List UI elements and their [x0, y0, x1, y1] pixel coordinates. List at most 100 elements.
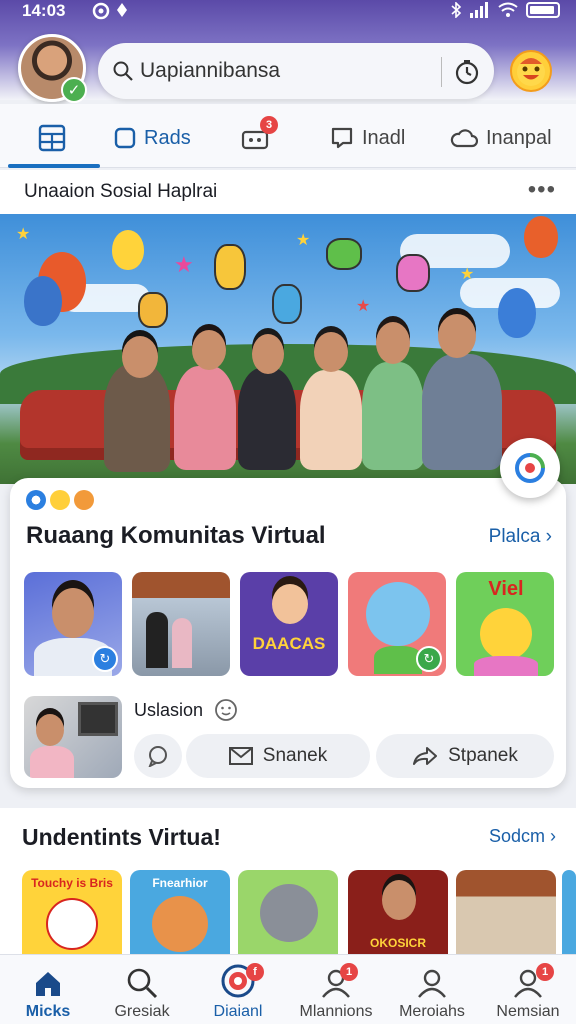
- refresh-icon: [515, 453, 545, 483]
- event-thumb[interactable]: Fnearhior: [130, 870, 230, 958]
- nav-friends-label: Mlannions: [299, 1003, 373, 1020]
- community-card: Ruaang Komunitas Virtual Plalca › ↻ DAAC…: [10, 478, 566, 788]
- thumb-face: [272, 584, 308, 624]
- home-icon: [36, 972, 60, 996]
- star-shape: ★: [16, 226, 31, 243]
- community-thumb[interactable]: [132, 572, 230, 676]
- tab-rads-label: Rads: [144, 126, 191, 149]
- event-thumb[interactable]: [456, 870, 556, 958]
- tab-inanpal[interactable]: Inanpal: [450, 118, 552, 158]
- comment-button[interactable]: [134, 734, 182, 778]
- chevron-right-icon: ›: [545, 526, 552, 547]
- nav-home-label: Micks: [25, 1003, 71, 1020]
- event-thumb[interactable]: [562, 870, 576, 958]
- event-thumb[interactable]: [238, 870, 338, 958]
- forward-arrow-icon: [413, 747, 438, 765]
- more-options-icon[interactable]: •••: [528, 176, 556, 204]
- balloon: [524, 216, 558, 258]
- thumb-text: Fnearhior: [152, 876, 208, 890]
- forward-button[interactable]: Stpanek: [376, 734, 554, 778]
- star-shape: ★: [460, 266, 475, 283]
- nav-friends-badge: 1: [340, 963, 358, 981]
- tab-rads[interactable]: Rads: [114, 118, 191, 158]
- nav-profile[interactable]: 1 Nemsian: [480, 963, 576, 1023]
- search-bar[interactable]: [98, 43, 494, 99]
- reaction-icon: [74, 490, 94, 510]
- nav-target[interactable]: f Diaianl: [190, 963, 286, 1023]
- location-status-icon: [116, 2, 128, 23]
- thumb-body: [474, 656, 538, 676]
- mascot-sticker: [396, 254, 430, 292]
- tab-inanpal-label: Inanpal: [486, 126, 552, 149]
- nav-home[interactable]: Micks: [0, 963, 96, 1023]
- person-head: [376, 322, 410, 364]
- settings-status-icon: [92, 2, 110, 25]
- mascot-sticker: [326, 238, 362, 270]
- nav-search-label: Gresiak: [114, 1003, 170, 1020]
- card-link-label: Plalca: [488, 526, 541, 547]
- verified-check-icon: ✓: [61, 77, 87, 103]
- emoji-face-icon[interactable]: [510, 50, 552, 92]
- refresh-fab[interactable]: [500, 438, 560, 498]
- balloon: [24, 276, 62, 326]
- person-icon: [418, 969, 446, 998]
- user-thumb[interactable]: [24, 696, 122, 778]
- community-thumb[interactable]: Viel: [456, 572, 554, 676]
- nav-messages[interactable]: Meroiahs: [384, 963, 480, 1023]
- thumb-text: Viel: [488, 578, 524, 600]
- section2-link[interactable]: Sodcm ›: [489, 826, 556, 847]
- community-thumb[interactable]: DAACAS: [240, 572, 338, 676]
- nav-messages-label: Meroiahs: [399, 1003, 465, 1020]
- section2-title: Undentints Virtua!: [22, 824, 221, 850]
- square-icon: [114, 127, 136, 149]
- community-thumb[interactable]: ↻: [24, 572, 122, 676]
- bluetooth-icon: [451, 2, 462, 18]
- share-button[interactable]: Snanek: [186, 734, 370, 778]
- thumb-mascot: [480, 608, 532, 660]
- thumb-face: [36, 714, 64, 746]
- section-header: Unaaion Sosial Haplrai •••: [0, 170, 576, 214]
- thumb-body: [30, 746, 74, 778]
- reaction-icon: [50, 490, 70, 510]
- profile-avatar[interactable]: ✓: [18, 34, 87, 103]
- grid-icon: [38, 124, 66, 152]
- nav-profile-label: Nemsian: [496, 1003, 560, 1020]
- section-title: Unaaion Sosial Haplrai: [24, 181, 218, 202]
- thumb-person: [146, 612, 168, 668]
- reaction-icons: [26, 490, 94, 510]
- card-link[interactable]: Plalca ›: [489, 526, 552, 548]
- tab-games[interactable]: 3: [240, 116, 278, 158]
- search-icon: [127, 968, 158, 999]
- event-thumb[interactable]: Touchy is Bris: [22, 870, 122, 958]
- nav-profile-badge: 1: [536, 963, 554, 981]
- balloon: [498, 288, 536, 338]
- nav-search[interactable]: Gresiak: [94, 963, 190, 1023]
- search-input[interactable]: [140, 55, 440, 87]
- thumb-body: [374, 646, 422, 674]
- bottom-nav: Micks Gresiak f Diaianl 1 Mlannions Mero…: [0, 954, 576, 1024]
- thumb-text: Touchy is Bris: [31, 876, 113, 890]
- tab-inadl[interactable]: Inadl: [330, 118, 405, 158]
- mascot-sticker: [272, 284, 302, 324]
- hero-image[interactable]: ★ ★ ★ ★ ★: [0, 214, 576, 484]
- timer-icon[interactable]: [454, 59, 480, 90]
- thumb-mascot: [46, 898, 98, 950]
- chat-icon: [331, 127, 353, 149]
- thumb-text: DAACAS: [252, 634, 326, 653]
- person-head: [122, 336, 158, 378]
- thumb-face: [382, 880, 416, 920]
- community-thumb[interactable]: ↻: [348, 572, 446, 676]
- event-thumb[interactable]: OKOSICR: [348, 870, 448, 958]
- tab-inadl-label: Inadl: [362, 126, 406, 149]
- tab-feed[interactable]: [38, 118, 74, 158]
- balloon: [112, 230, 144, 270]
- status-time: 14:03: [22, 1, 66, 20]
- nav-friends[interactable]: 1 Mlannions: [288, 963, 384, 1023]
- smile-icon[interactable]: [214, 698, 238, 727]
- signal-icon: [470, 2, 488, 18]
- star-shape: ★: [296, 232, 311, 249]
- refresh-badge-icon: ↻: [416, 646, 442, 672]
- person-figure: [238, 368, 296, 470]
- nav-target-label: Diaianl: [213, 1003, 263, 1020]
- section2-link-label: Sodcm: [488, 826, 545, 846]
